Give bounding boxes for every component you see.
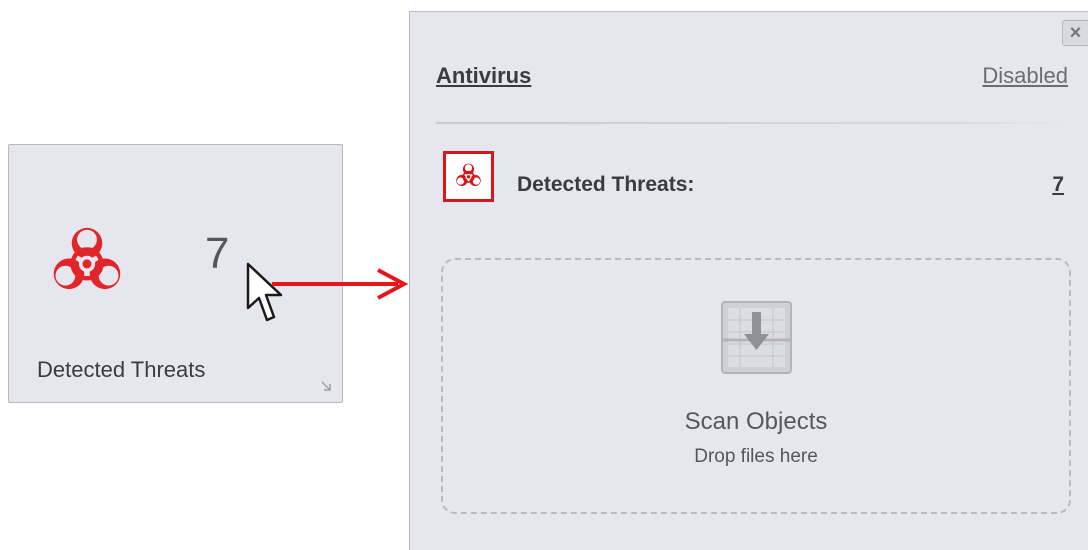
threats-count-link[interactable]: 7 xyxy=(1052,173,1064,197)
threat-count[interactable]: 7 xyxy=(205,229,229,279)
close-button[interactable]: × xyxy=(1062,20,1088,46)
tile-label: Detected Threats xyxy=(37,357,206,382)
panel-title-link[interactable]: Antivirus xyxy=(436,63,531,89)
dropzone-title: Scan Objects xyxy=(684,408,828,435)
scan-dropzone[interactable]: Scan Objects Drop files here xyxy=(441,258,1071,514)
biohazard-icon xyxy=(53,227,121,290)
red-arrow-icon xyxy=(272,268,409,300)
antivirus-panel: × Antivirus Disabled Detected Threats: 7… xyxy=(409,11,1088,550)
biohazard-icon xyxy=(456,163,481,187)
expand-corner-icon[interactable] xyxy=(320,380,332,392)
status-link[interactable]: Disabled xyxy=(982,63,1068,89)
stage: 7 Detected Threats × Antivirus Disabled xyxy=(0,0,1088,550)
divider xyxy=(436,122,1066,124)
download-drop-icon xyxy=(721,301,792,374)
threats-label: Detected Threats: xyxy=(517,173,695,196)
close-icon: × xyxy=(1069,22,1082,44)
dropzone-subtitle: Drop files here xyxy=(694,446,818,467)
threats-icon-badge xyxy=(443,151,494,202)
